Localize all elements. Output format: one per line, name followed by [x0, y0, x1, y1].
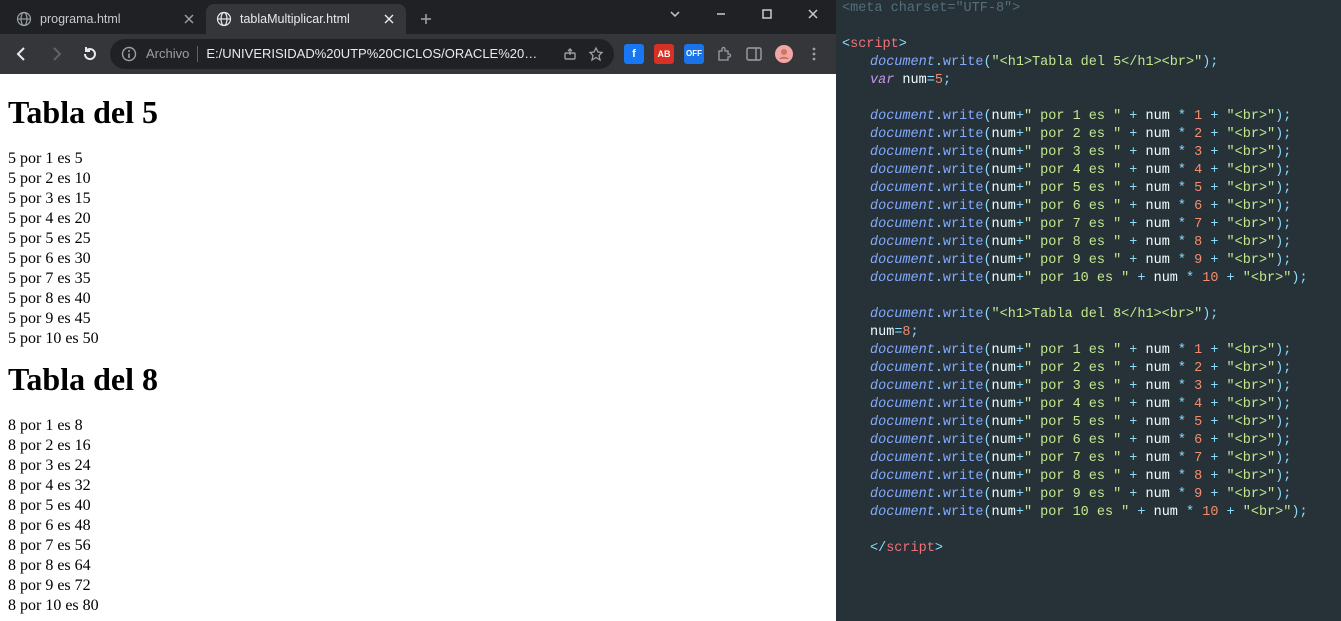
url-scheme: Archivo — [146, 46, 189, 61]
table-line: 5 por 3 es 15 — [8, 189, 828, 209]
back-button[interactable] — [8, 40, 36, 68]
puzzle-icon[interactable] — [714, 44, 734, 64]
table-line: 5 por 5 es 25 — [8, 229, 828, 249]
tab-programa[interactable]: programa.html — [6, 4, 206, 34]
code-line: <meta charset="UTF-8"> — [842, 0, 1335, 18]
code-line: num=8; — [842, 324, 1335, 342]
table-line: 8 por 2 es 16 — [8, 436, 828, 456]
code-line: document.write(num+" por 3 es " + num * … — [842, 144, 1335, 162]
code-line: document.write(num+" por 4 es " + num * … — [842, 396, 1335, 414]
code-line: document.write(num+" por 2 es " + num * … — [842, 360, 1335, 378]
facebook-ext-icon[interactable]: f — [624, 44, 644, 64]
window-controls — [652, 0, 836, 28]
sidepanel-icon[interactable] — [744, 44, 764, 64]
code-line: var num=5; — [842, 72, 1335, 90]
globe-icon — [16, 11, 32, 27]
table-line: 8 por 1 es 8 — [8, 416, 828, 436]
close-icon[interactable] — [182, 12, 196, 26]
adblock-ext-icon[interactable]: AB — [654, 44, 674, 64]
window-close-button[interactable] — [790, 0, 836, 28]
code-line: document.write(num+" por 8 es " + num * … — [842, 234, 1335, 252]
code-line: document.write(num+" por 7 es " + num * … — [842, 216, 1335, 234]
code-line: document.write(num+" por 4 es " + num * … — [842, 162, 1335, 180]
code-line: document.write(num+" por 1 es " + num * … — [842, 342, 1335, 360]
code-line: </script> — [842, 540, 1335, 558]
code-line — [842, 90, 1335, 108]
menu-icon[interactable] — [804, 44, 824, 64]
forward-button[interactable] — [42, 40, 70, 68]
table-line: 8 por 5 es 40 — [8, 496, 828, 516]
heading-tabla-8: Tabla del 8 — [8, 361, 828, 398]
code-line: document.write("<h1>Tabla del 5</h1><br>… — [842, 54, 1335, 72]
code-line: document.write(num+" por 5 es " + num * … — [842, 180, 1335, 198]
table-line: 5 por 6 es 30 — [8, 249, 828, 269]
tab-tablamultiplicar[interactable]: tablaMultiplicar.html — [206, 4, 406, 34]
star-icon[interactable] — [588, 46, 604, 62]
code-line: document.write("<h1>Tabla del 8</h1><br>… — [842, 306, 1335, 324]
code-line: document.write(num+" por 10 es " + num *… — [842, 270, 1335, 288]
extensions-area: f AB OFF — [620, 44, 828, 64]
table-line: 5 por 2 es 10 — [8, 169, 828, 189]
code-line: document.write(num+" por 10 es " + num *… — [842, 504, 1335, 522]
table-line: 8 por 9 es 72 — [8, 576, 828, 596]
off-ext-icon[interactable]: OFF — [684, 44, 704, 64]
table-line: 8 por 6 es 48 — [8, 516, 828, 536]
profile-avatar-icon[interactable] — [774, 44, 794, 64]
code-line: document.write(num+" por 6 es " + num * … — [842, 198, 1335, 216]
info-icon[interactable] — [120, 45, 138, 63]
code-line: document.write(num+" por 6 es " + num * … — [842, 432, 1335, 450]
table-line: 5 por 8 es 40 — [8, 289, 828, 309]
table8-lines: 8 por 1 es 88 por 2 es 168 por 3 es 248 … — [8, 416, 828, 616]
heading-tabla-5: Tabla del 5 — [8, 94, 828, 131]
code-line — [842, 288, 1335, 306]
table-line: 8 por 7 es 56 — [8, 536, 828, 556]
table-line: 5 por 10 es 50 — [8, 329, 828, 349]
rendered-page: Tabla del 5 5 por 1 es 55 por 2 es 105 p… — [0, 74, 836, 621]
tab-title: tablaMultiplicar.html — [240, 12, 374, 26]
table-line: 8 por 10 es 80 — [8, 596, 828, 616]
code-line: document.write(num+" por 8 es " + num * … — [842, 468, 1335, 486]
code-line — [842, 18, 1335, 36]
code-editor[interactable]: <meta charset="UTF-8"> <script>document.… — [836, 0, 1341, 621]
tab-title: programa.html — [40, 12, 174, 26]
window-minimize-button[interactable] — [698, 0, 744, 28]
code-line — [842, 522, 1335, 540]
code-line: <script> — [842, 36, 1335, 54]
code-line: document.write(num+" por 3 es " + num * … — [842, 378, 1335, 396]
code-line: document.write(num+" por 5 es " + num * … — [842, 414, 1335, 432]
new-tab-button[interactable] — [412, 5, 440, 33]
url-text: E:/UNIVERISIDAD%20UTP%20CICLOS/ORACLE%20… — [206, 46, 554, 61]
table-line: 8 por 8 es 64 — [8, 556, 828, 576]
code-line: document.write(num+" por 1 es " + num * … — [842, 108, 1335, 126]
table5-lines: 5 por 1 es 55 por 2 es 105 por 3 es 155 … — [8, 149, 828, 349]
window-dropdown-button[interactable] — [652, 0, 698, 28]
table-line: 5 por 4 es 20 — [8, 209, 828, 229]
table-line: 8 por 4 es 32 — [8, 476, 828, 496]
divider — [197, 46, 198, 62]
globe-icon — [216, 11, 232, 27]
reload-button[interactable] — [76, 40, 104, 68]
toolbar: Archivo E:/UNIVERISIDAD%20UTP%20CICLOS/O… — [0, 34, 836, 74]
table-line: 5 por 7 es 35 — [8, 269, 828, 289]
table-line: 8 por 3 es 24 — [8, 456, 828, 476]
titlebar: programa.html tablaMultiplicar.html — [0, 0, 836, 34]
browser-window: programa.html tablaMultiplicar.html — [0, 0, 836, 621]
table-line: 5 por 9 es 45 — [8, 309, 828, 329]
code-line: document.write(num+" por 9 es " + num * … — [842, 252, 1335, 270]
window-maximize-button[interactable] — [744, 0, 790, 28]
close-icon[interactable] — [382, 12, 396, 26]
share-icon[interactable] — [562, 46, 578, 62]
code-line: document.write(num+" por 2 es " + num * … — [842, 126, 1335, 144]
code-line: document.write(num+" por 7 es " + num * … — [842, 450, 1335, 468]
address-bar[interactable]: Archivo E:/UNIVERISIDAD%20UTP%20CICLOS/O… — [110, 39, 614, 69]
table-line: 5 por 1 es 5 — [8, 149, 828, 169]
code-line: document.write(num+" por 9 es " + num * … — [842, 486, 1335, 504]
